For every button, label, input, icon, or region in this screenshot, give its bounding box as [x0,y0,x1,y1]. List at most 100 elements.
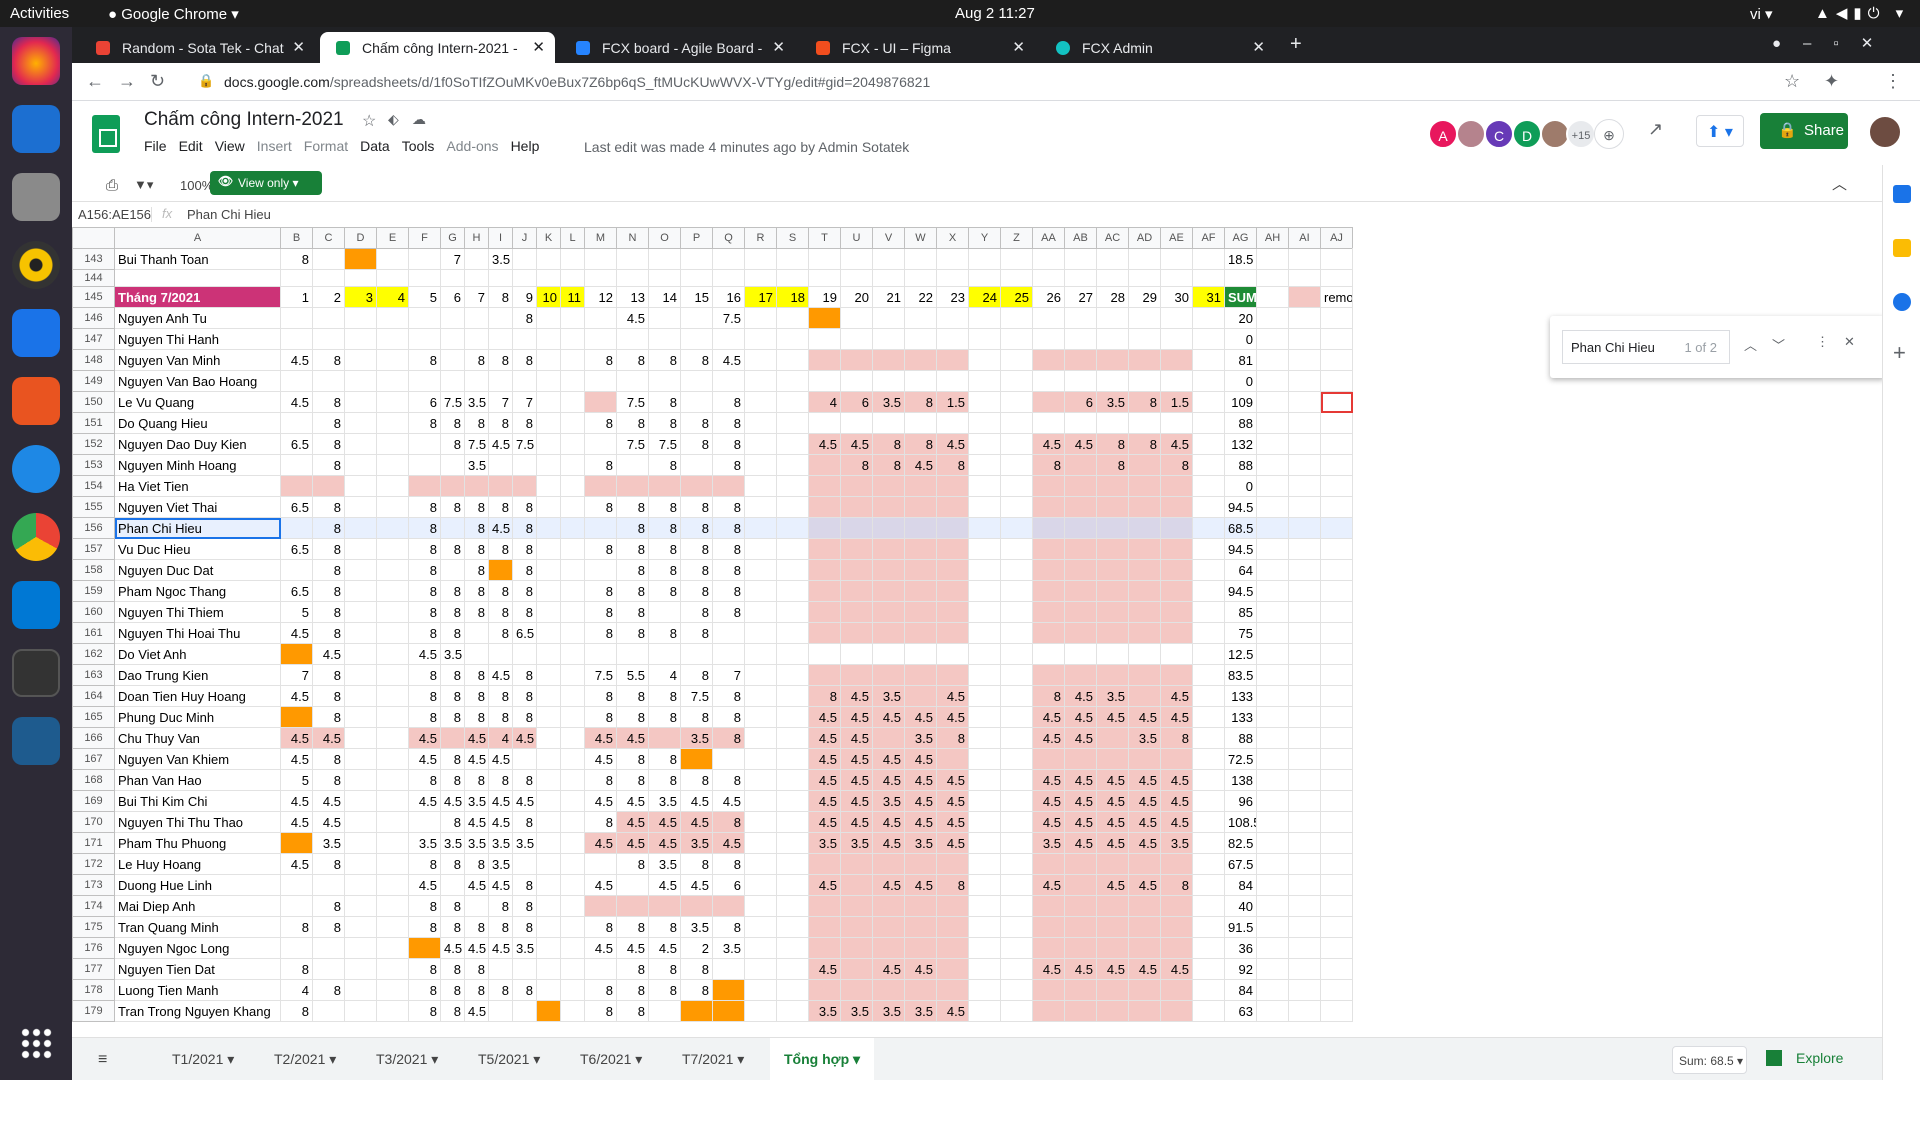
column-header[interactable]: K [536,227,561,249]
cell[interactable] [440,370,465,392]
row-header[interactable]: 163 [72,664,115,686]
cell[interactable]: 8 [464,916,489,938]
cell[interactable]: 4.5 [840,748,873,770]
rhythmbox-icon[interactable] [12,241,60,289]
cell[interactable] [536,979,561,1001]
row-header[interactable]: 174 [72,895,115,917]
cell[interactable] [1320,664,1353,686]
cell[interactable] [280,517,313,539]
cell[interactable]: 4.5 [488,811,513,833]
cell[interactable] [584,391,617,413]
cell[interactable] [560,559,585,581]
cell[interactable] [904,643,937,665]
cell[interactable]: 7.5 [512,433,537,455]
name-cell[interactable]: Nguyen Van Khiem [114,748,281,770]
name-box[interactable]: A156:AE156 [78,207,152,222]
cell[interactable] [376,517,409,539]
cell[interactable] [1288,622,1321,644]
cell[interactable] [536,370,561,392]
cell[interactable] [344,412,377,434]
view-only-button[interactable]: 👁 View only ▾ [210,171,322,195]
cell[interactable] [1064,1000,1097,1022]
cell[interactable] [680,307,713,329]
cell[interactable]: 8 [312,769,345,791]
menu-file[interactable]: File [144,138,167,154]
cell[interactable] [536,412,561,434]
cell[interactable] [440,349,465,371]
cell[interactable] [904,580,937,602]
cell[interactable]: 3.5 [648,853,681,875]
cell[interactable] [344,706,377,728]
cell[interactable]: 3.5 [512,832,537,854]
cell[interactable] [1192,622,1225,644]
cell[interactable]: 21 [872,286,905,308]
cell[interactable]: 4.5 [464,727,489,749]
row-header[interactable]: 179 [72,1000,115,1022]
cell[interactable] [1256,307,1289,329]
cell[interactable]: 8 [648,538,681,560]
cell[interactable] [904,517,937,539]
cell[interactable] [1032,580,1065,602]
cell[interactable]: 8 [512,559,537,581]
cell[interactable] [584,433,617,455]
cell[interactable]: 8 [512,538,537,560]
cell[interactable] [1000,248,1033,270]
cell[interactable] [376,412,409,434]
cell[interactable]: 67.5 [1224,853,1257,875]
collaborator-avatar[interactable]: D [1512,119,1542,149]
cell[interactable]: 8 [680,601,713,623]
cell[interactable] [376,433,409,455]
cell[interactable]: 4.5 [616,811,649,833]
cell[interactable] [1192,517,1225,539]
cell[interactable]: 14 [648,286,681,308]
cell[interactable] [1288,248,1321,270]
cell[interactable] [1096,601,1129,623]
cell[interactable] [968,895,1001,917]
cell[interactable] [808,853,841,875]
cell[interactable] [1096,1000,1129,1022]
cell[interactable] [440,874,465,896]
cell[interactable] [1160,328,1193,350]
cell[interactable] [1128,1000,1161,1022]
collaborator-avatar[interactable]: A [1428,119,1458,149]
row-header[interactable]: 153 [72,454,115,476]
cell[interactable]: 8 [712,559,745,581]
cell[interactable] [968,538,1001,560]
cell[interactable] [904,412,937,434]
cell[interactable] [1160,643,1193,665]
cell[interactable] [1128,895,1161,917]
cell[interactable] [776,748,809,770]
cell[interactable] [1032,538,1065,560]
column-header[interactable]: B [280,227,313,249]
cell[interactable] [312,475,345,497]
cell[interactable] [464,643,489,665]
column-header[interactable]: M [584,227,617,249]
cell[interactable]: 12.5 [1224,643,1257,665]
column-header[interactable]: Q [712,227,745,249]
cell[interactable]: 8 [464,538,489,560]
cell[interactable] [1032,248,1065,270]
cell[interactable] [744,916,777,938]
sheet-tab[interactable]: T5/2021 ▾ [478,1051,540,1068]
cell[interactable] [776,727,809,749]
cell[interactable]: 8 [488,412,513,434]
cell[interactable] [616,454,649,476]
cell[interactable] [1160,664,1193,686]
cell[interactable] [1320,790,1353,812]
cell[interactable]: 4.5 [808,790,841,812]
cell[interactable] [808,328,841,350]
cell[interactable] [872,517,905,539]
cell[interactable]: 3.5 [904,727,937,749]
cell[interactable] [1000,811,1033,833]
cell[interactable] [1096,622,1129,644]
cell[interactable] [872,664,905,686]
cell[interactable] [344,370,377,392]
cell[interactable] [808,643,841,665]
cell[interactable] [808,538,841,560]
cell[interactable] [904,307,937,329]
cell[interactable]: 4.5 [616,307,649,329]
cell[interactable]: 8 [440,853,465,875]
cell[interactable] [744,517,777,539]
app-menu[interactable]: ● Google Chrome ▾ [108,5,239,23]
cell[interactable]: 8 [712,601,745,623]
